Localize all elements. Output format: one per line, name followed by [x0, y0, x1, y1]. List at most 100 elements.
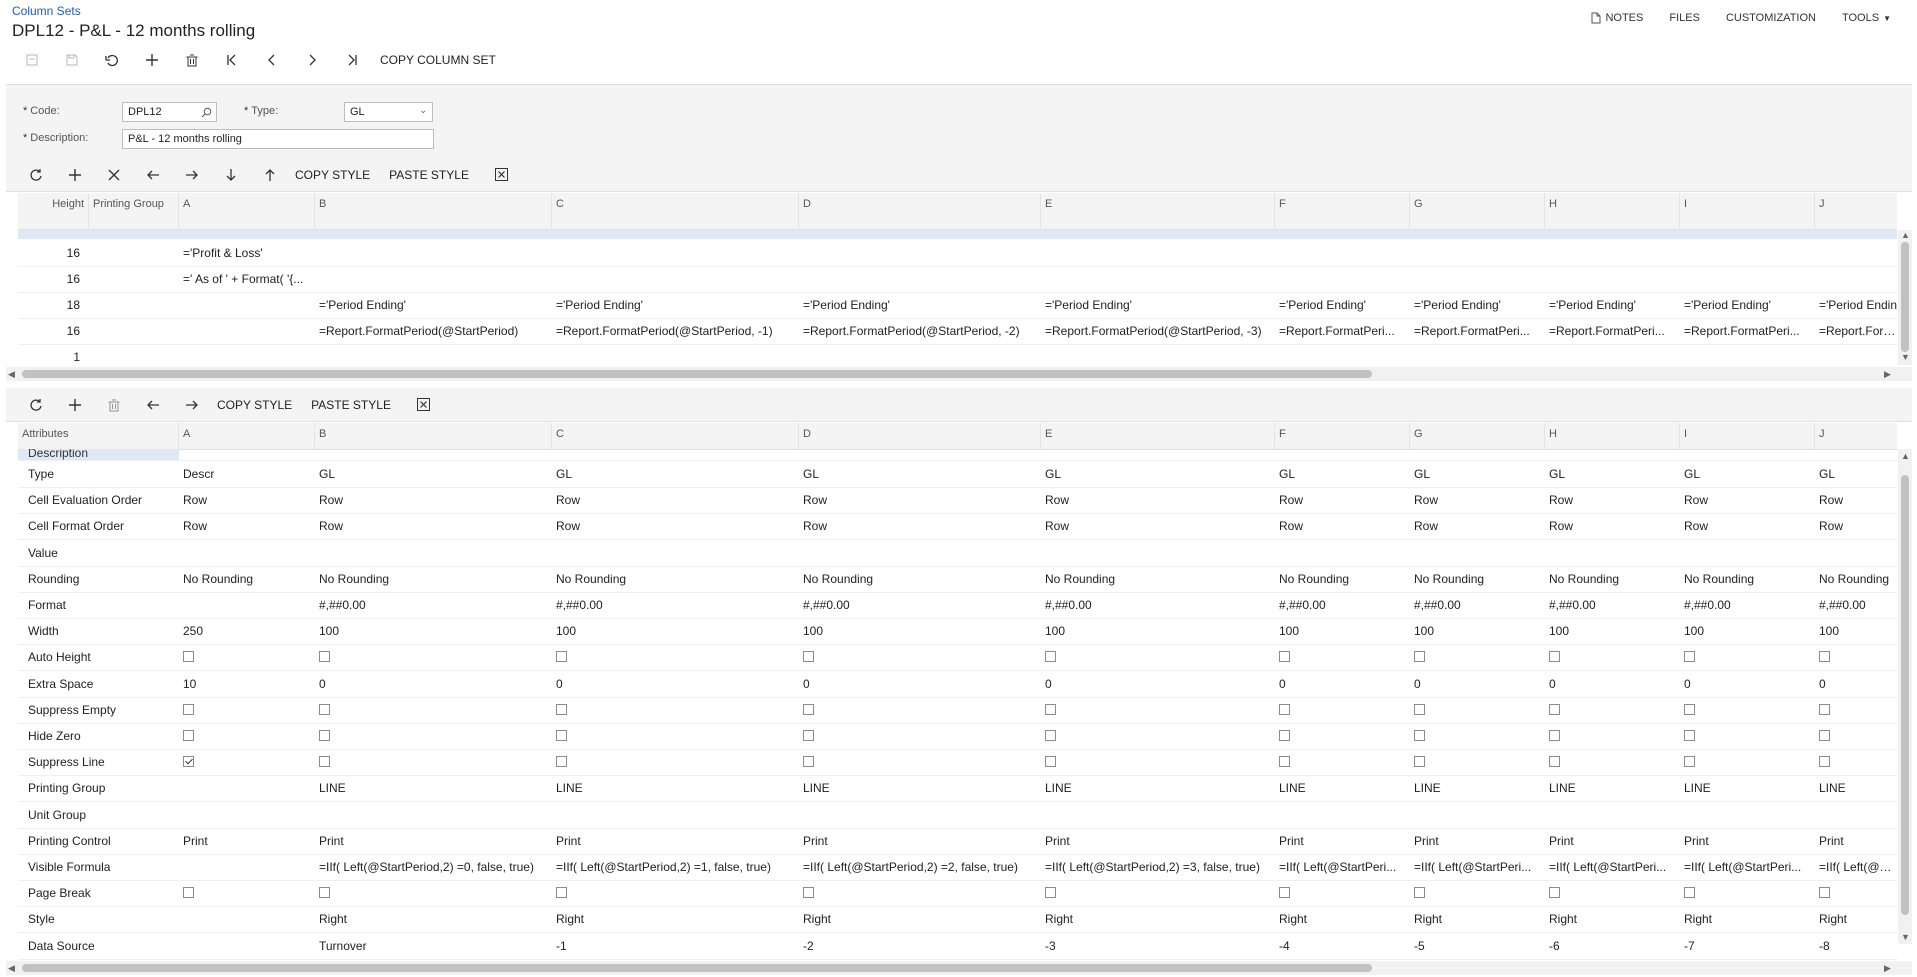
checkbox[interactable]	[803, 756, 814, 768]
table-cell[interactable]: =Report.FormatPeri...	[1274, 318, 1409, 344]
attribute-cell[interactable]	[314, 644, 551, 670]
attribute-cell[interactable]	[551, 723, 798, 749]
attribute-cell[interactable]	[798, 880, 1040, 906]
attribute-cell[interactable]: #,##0.00	[551, 592, 798, 618]
attribute-cell[interactable]	[798, 749, 1040, 775]
attribute-cell[interactable]: #,##0.00	[1040, 592, 1274, 618]
checkbox[interactable]	[319, 703, 330, 715]
checkbox[interactable]	[1684, 651, 1695, 663]
add-row-button[interactable]	[55, 163, 94, 187]
search-icon[interactable]	[201, 107, 212, 118]
attribute-cell[interactable]: Row	[314, 487, 551, 513]
checkbox[interactable]	[556, 729, 567, 741]
columns-grid-vertical-scrollbar[interactable]	[1898, 449, 1912, 944]
table-cell[interactable]: ='Period Ending'	[551, 292, 798, 318]
checkbox[interactable]	[319, 651, 330, 663]
attribute-cell[interactable]: Right	[1544, 906, 1679, 932]
checkbox[interactable]	[1819, 651, 1830, 663]
table-cell[interactable]	[88, 266, 178, 292]
attribute-row[interactable]: Printing Group LINE LINE LINE LINE LINE LINE LI…	[18, 775, 1897, 803]
table-cell[interactable]: 16	[18, 240, 88, 266]
checkbox[interactable]	[1279, 703, 1290, 715]
table-cell[interactable]	[1679, 266, 1814, 292]
attribute-cell[interactable]: 0	[551, 671, 798, 697]
attribute-cell[interactable]: Row	[178, 513, 314, 539]
checkbox[interactable]	[1045, 729, 1056, 741]
attribute-cell[interactable]: Row	[1544, 513, 1679, 539]
attribute-cell[interactable]: Row	[1274, 487, 1409, 513]
attribute-cell[interactable]: Right	[551, 906, 798, 932]
attribute-cell[interactable]: -6	[1544, 933, 1679, 959]
checkbox[interactable]	[556, 703, 567, 715]
attribute-cell[interactable]: -4	[1274, 933, 1409, 959]
checkbox[interactable]	[1414, 887, 1425, 899]
attribute-cell[interactable]: =IIf( Left(@StartPeriod,2) =2, false, tr…	[798, 854, 1040, 880]
attribute-cell[interactable]	[1544, 723, 1679, 749]
checkbox[interactable]	[1414, 651, 1425, 663]
column-header[interactable]: C	[551, 193, 798, 229]
table-cell[interactable]: ='Period Ending'	[1409, 292, 1544, 318]
attribute-cell[interactable]	[798, 697, 1040, 723]
checkbox[interactable]	[1045, 887, 1056, 899]
attribute-cell[interactable]	[1040, 644, 1274, 670]
export-excel-button[interactable]	[404, 393, 443, 417]
attribute-cell[interactable]: Row	[1040, 487, 1274, 513]
column-header[interactable]: Height	[18, 193, 88, 229]
attribute-cell[interactable]: 10	[178, 671, 314, 697]
attribute-cell[interactable]	[1409, 697, 1544, 723]
paste-style-button[interactable]: PASTE STYLE	[389, 168, 469, 182]
attribute-cell[interactable]	[178, 906, 314, 932]
column-header[interactable]: E	[1040, 193, 1274, 229]
scroll-up-icon[interactable]: ▲	[1901, 451, 1910, 461]
attribute-cell[interactable]	[1544, 880, 1679, 906]
table-cell[interactable]	[798, 266, 1040, 292]
attribute-cell[interactable]: Print	[314, 828, 551, 854]
attribute-cell[interactable]	[1274, 802, 1409, 828]
checkbox[interactable]	[1279, 651, 1290, 663]
checkbox[interactable]	[803, 651, 814, 663]
checkbox[interactable]	[319, 887, 330, 899]
table-cell[interactable]: ='Period Endin	[1814, 292, 1904, 318]
checkbox[interactable]	[1819, 756, 1830, 768]
column-header[interactable]: Printing Group	[88, 193, 178, 229]
attribute-cell[interactable]: GL	[1679, 461, 1814, 487]
attribute-cell[interactable]	[551, 802, 798, 828]
checkbox[interactable]	[183, 703, 194, 715]
undo-button[interactable]	[92, 50, 132, 70]
attribute-cell[interactable]: Print	[798, 828, 1040, 854]
attribute-cell[interactable]: LINE	[314, 775, 551, 801]
attribute-cell[interactable]	[1814, 723, 1904, 749]
table-cell[interactable]	[551, 240, 798, 266]
attribute-cell[interactable]: GL	[798, 461, 1040, 487]
attribute-row[interactable]: Format #,##0.00 #,##0.00 #,##0.00 #,##0.00 #,…	[18, 592, 1897, 619]
column-header[interactable]: B	[314, 193, 551, 229]
attribute-cell[interactable]: 100	[1679, 618, 1814, 644]
table-cell[interactable]: 16	[18, 266, 88, 292]
attribute-cell[interactable]	[1274, 644, 1409, 670]
table-cell[interactable]: 16	[18, 318, 88, 344]
table-cell[interactable]	[314, 266, 551, 292]
table-cell[interactable]: ='Period Ending'	[1040, 292, 1274, 318]
table-cell[interactable]	[314, 240, 551, 266]
files-button[interactable]: FILES	[1669, 9, 1700, 27]
table-cell[interactable]	[1274, 240, 1409, 266]
column-header[interactable]: I	[1679, 423, 1814, 449]
attribute-cell[interactable]: 100	[1040, 618, 1274, 644]
attribute-cell[interactable]: 100	[798, 618, 1040, 644]
attribute-cell[interactable]: 100	[1274, 618, 1409, 644]
attribute-cell[interactable]: =IIf( Left(@StartPe	[1814, 854, 1904, 880]
attribute-cell[interactable]	[1040, 540, 1274, 566]
checkbox[interactable]	[1549, 703, 1560, 715]
attribute-cell[interactable]	[1679, 723, 1814, 749]
attribute-cell[interactable]: No Rounding	[551, 566, 798, 592]
attribute-row[interactable]: Page Break	[18, 880, 1897, 908]
attribute-cell[interactable]	[178, 775, 314, 801]
table-cell[interactable]	[88, 240, 178, 266]
next-record-button[interactable]	[292, 50, 332, 70]
table-cell[interactable]: =Report.FormatPeriod(@StartPeriod, -3)	[1040, 318, 1274, 344]
attribute-cell[interactable]: Row	[1679, 513, 1814, 539]
attribute-row[interactable]: Cell Format Order Row Row Row Row Row Row Row Ro…	[18, 513, 1897, 541]
attribute-cell[interactable]	[1814, 697, 1904, 723]
checkbox[interactable]	[1684, 729, 1695, 741]
table-cell[interactable]	[551, 266, 798, 292]
